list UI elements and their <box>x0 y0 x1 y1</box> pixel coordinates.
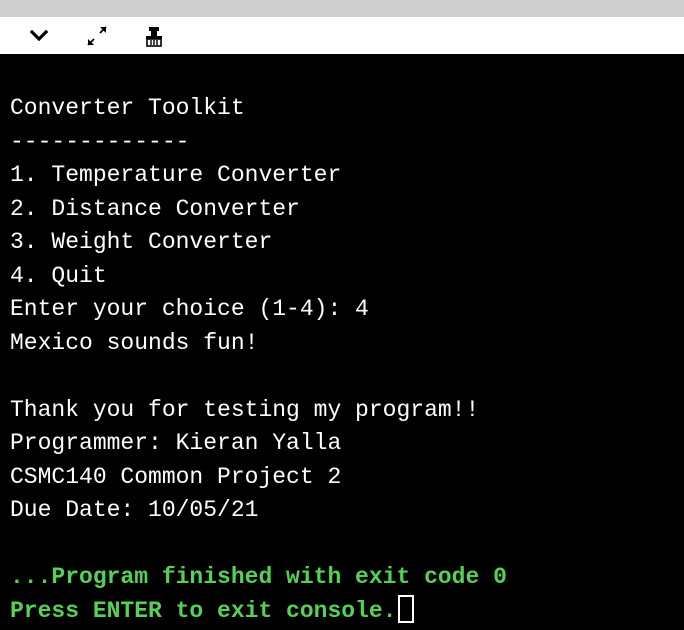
console-line: Programmer: Kieran Yalla <box>10 430 342 456</box>
console-line: ------------- <box>10 128 190 155</box>
console-line: Converter Toolkit <box>10 95 245 121</box>
console-line: Thank you for testing my program!! <box>10 396 480 423</box>
exit-message: ...Program finished with exit code 0 <box>10 564 507 590</box>
console-line: Mexico sounds fun! <box>10 329 259 356</box>
console-output[interactable]: Converter Toolkit ------------- 1. Tempe… <box>0 54 684 630</box>
collapse-console-button[interactable] <box>26 23 52 49</box>
press-enter-line: Press ENTER to exit console. <box>10 594 684 629</box>
console-line: Due Date: 10/05/21 <box>10 497 259 523</box>
text-cursor[interactable] <box>398 594 415 623</box>
console-window: Converter Toolkit ------------- 1. Tempe… <box>0 0 684 630</box>
console-line: 3. Weight Converter <box>10 229 273 255</box>
clear-console-button[interactable] <box>142 23 168 49</box>
console-line: 2. Distance Converter <box>10 195 300 222</box>
console-line: 4. Quit <box>10 262 107 289</box>
clear-console-icon <box>146 26 162 47</box>
console-line: CSMC140 Common Project 2 <box>10 463 342 490</box>
console-line: 1. Temperature Converter <box>10 162 342 188</box>
expand-icon <box>87 25 107 46</box>
console-toolbar <box>0 17 684 54</box>
press-enter-text: Press ENTER to exit console. <box>10 597 397 624</box>
expand-console-button[interactable] <box>84 23 110 49</box>
console-line: Enter your choice (1-4): 4 <box>10 296 369 322</box>
chevron-down-icon <box>29 29 49 41</box>
window-top-bar <box>0 0 684 17</box>
